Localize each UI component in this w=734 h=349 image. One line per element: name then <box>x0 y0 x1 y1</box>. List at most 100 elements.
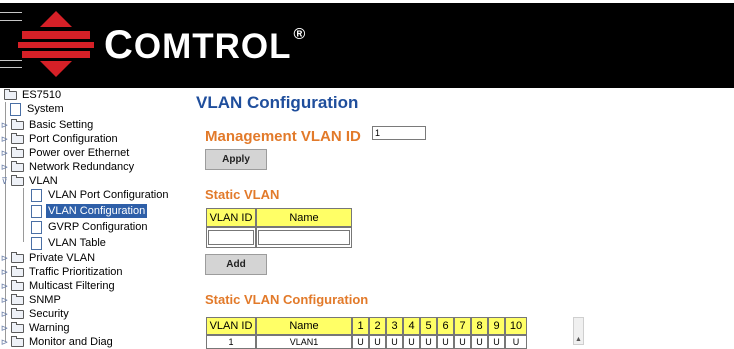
management-vlan-input[interactable] <box>372 126 426 140</box>
column-header: 3 <box>386 317 403 335</box>
table-row: 1 VLAN1 U U U U U U U U U U <box>206 335 527 349</box>
folder-icon <box>11 335 24 347</box>
port-cell[interactable]: U <box>488 335 505 349</box>
tree-item-vlan-port-configuration[interactable]: VLAN Port Configuration <box>31 188 170 202</box>
vlan-name-cell: VLAN1 <box>256 335 352 349</box>
expand-icon[interactable]: ⊳ <box>0 162 9 172</box>
column-header: 6 <box>437 317 454 335</box>
vlan-id-cell: 1 <box>206 335 256 349</box>
add-button[interactable]: Add <box>205 254 267 275</box>
table-header-row: VLAN ID Name <box>206 208 352 227</box>
tree-item-port-configuration[interactable]: ⊳ Port Configuration <box>0 132 120 146</box>
folder-icon <box>11 265 24 277</box>
folder-icon <box>11 321 24 333</box>
port-cell[interactable]: U <box>403 335 420 349</box>
page-icon <box>31 220 42 234</box>
page-icon <box>10 102 21 116</box>
tree-item-vlan-configuration[interactable]: VLAN Configuration <box>31 204 148 218</box>
expand-icon[interactable]: ⊳ <box>0 309 9 319</box>
static-vlan-configuration-table: VLAN ID Name 1 2 3 4 5 6 7 8 9 10 1 VLAN… <box>206 317 527 349</box>
tree-item-private-vlan[interactable]: ⊳ Private VLAN <box>0 251 97 265</box>
table-scrollbar[interactable]: ▲ <box>573 317 584 345</box>
tree-item-basic-setting[interactable]: ⊳ Basic Setting <box>0 118 95 132</box>
decorative-line <box>0 12 22 13</box>
column-header: 10 <box>505 317 527 335</box>
folder-icon <box>4 88 17 100</box>
port-cell[interactable]: U <box>471 335 488 349</box>
vlan-id-input[interactable] <box>208 230 254 245</box>
expand-icon[interactable]: ⊳ <box>0 134 9 144</box>
tree-root[interactable]: ES7510 <box>4 88 63 102</box>
expand-icon[interactable]: ⊳ <box>0 281 9 291</box>
column-header: 4 <box>403 317 420 335</box>
static-vlan-title: Static VLAN <box>205 187 280 202</box>
brand-name: COMTROL ® <box>104 23 307 67</box>
tree-item-warning[interactable]: ⊳ Warning <box>0 321 72 335</box>
tree-item-vlan[interactable]: ⊽ VLAN <box>0 174 60 188</box>
collapse-icon[interactable]: ⊽ <box>0 176 9 186</box>
static-vlan-configuration-title: Static VLAN Configuration <box>205 292 369 307</box>
column-header: Name <box>256 317 352 335</box>
port-cell[interactable]: U <box>454 335 471 349</box>
port-cell[interactable]: U <box>369 335 386 349</box>
page-icon <box>31 188 42 202</box>
column-header: 9 <box>488 317 505 335</box>
expand-icon[interactable]: ⊳ <box>0 148 9 158</box>
static-vlan-table: VLAN ID Name <box>206 208 352 248</box>
tree-item-traffic-prioritization[interactable]: ⊳ Traffic Prioritization <box>0 265 125 279</box>
expand-icon[interactable]: ⊳ <box>0 295 9 305</box>
expand-icon[interactable]: ⊳ <box>0 253 9 263</box>
decorative-line <box>0 67 22 68</box>
folder-icon <box>11 146 24 158</box>
decorative-line <box>0 60 22 61</box>
tree-item-network-redundancy[interactable]: ⊳ Network Redundancy <box>0 160 136 174</box>
page-title: VLAN Configuration <box>196 93 359 112</box>
tree-item-power-over-ethernet[interactable]: ⊳ Power over Ethernet <box>0 146 131 160</box>
expand-icon[interactable]: ⊳ <box>0 120 9 130</box>
folder-icon <box>11 251 24 263</box>
tree-item-vlan-table[interactable]: VLAN Table <box>31 236 108 250</box>
tree-item-gvrp-configuration[interactable]: GVRP Configuration <box>31 220 149 234</box>
vlan-id-cell <box>206 227 256 248</box>
expand-icon[interactable]: ⊳ <box>0 323 9 333</box>
column-header: 8 <box>471 317 488 335</box>
column-header: Name <box>256 208 352 227</box>
column-header: VLAN ID <box>206 317 256 335</box>
main-content: VLAN Configuration Management VLAN ID Ap… <box>196 88 734 349</box>
table-row <box>206 227 352 248</box>
comtrol-logo-icon <box>18 11 94 77</box>
port-cell[interactable]: U <box>386 335 403 349</box>
tree-item-monitor-and-diag[interactable]: ⊳ Monitor and Diag <box>0 335 115 349</box>
header-banner: COMTROL ® <box>0 0 734 88</box>
port-cell[interactable]: U <box>352 335 369 349</box>
folder-icon <box>11 293 24 305</box>
folder-icon <box>11 307 24 319</box>
folder-icon <box>11 160 24 172</box>
decorative-line <box>0 20 22 21</box>
page-icon <box>31 204 42 218</box>
name-cell <box>256 227 352 248</box>
expand-icon[interactable]: ⊳ <box>0 337 9 347</box>
folder-icon <box>11 279 24 291</box>
folder-icon <box>11 118 24 130</box>
tree-item-snmp[interactable]: ⊳ SNMP <box>0 293 63 307</box>
tree-item-multicast-filtering[interactable]: ⊳ Multicast Filtering <box>0 279 117 293</box>
column-header: 7 <box>454 317 471 335</box>
folder-open-icon <box>11 174 24 186</box>
column-header: VLAN ID <box>206 208 256 227</box>
management-vlan-label: Management VLAN ID <box>205 128 361 145</box>
expand-icon[interactable]: ⊳ <box>0 267 9 277</box>
vlan-name-input[interactable] <box>258 230 350 245</box>
port-cell[interactable]: U <box>420 335 437 349</box>
column-header: 1 <box>352 317 369 335</box>
scroll-up-icon[interactable]: ▲ <box>575 336 582 343</box>
tree-item-security[interactable]: ⊳ Security <box>0 307 71 321</box>
port-cell[interactable]: U <box>505 335 527 349</box>
table-header-row: VLAN ID Name 1 2 3 4 5 6 7 8 9 10 <box>206 317 527 335</box>
folder-icon <box>11 132 24 144</box>
tree-item-system[interactable]: System <box>10 102 66 116</box>
port-cell[interactable]: U <box>437 335 454 349</box>
apply-button[interactable]: Apply <box>205 149 267 170</box>
tree-guide-line <box>23 188 24 242</box>
page-icon <box>31 236 42 250</box>
